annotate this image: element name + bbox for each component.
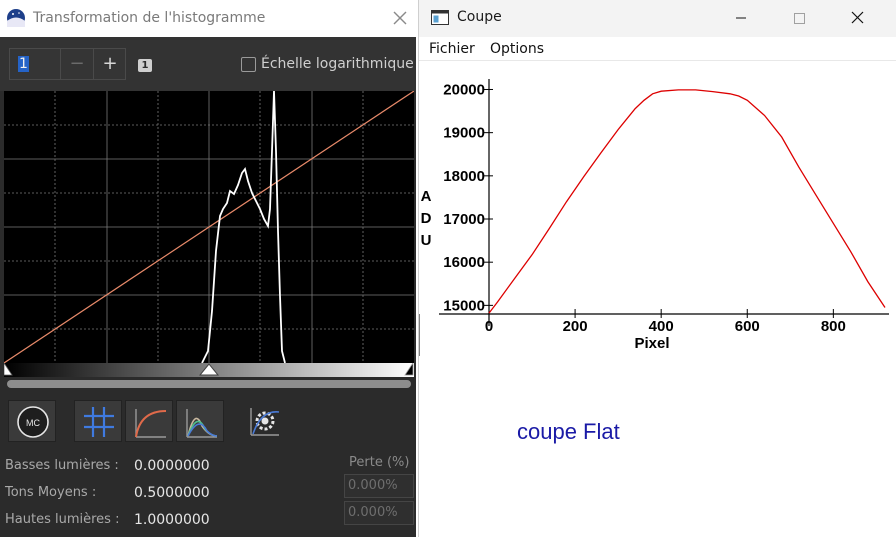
x-tick-label: 0: [485, 318, 493, 335]
window-title: Coupe: [457, 9, 502, 25]
gear-icon: [250, 408, 280, 436]
x-tick-label: 600: [735, 318, 760, 335]
window-icon: [431, 10, 449, 25]
grid-icon: [84, 407, 114, 437]
y-axis-label-letter: U: [421, 232, 432, 249]
zoom-decrement-button[interactable]: −: [60, 49, 93, 79]
histogram-graph[interactable]: [4, 91, 414, 363]
zoom-spinbox[interactable]: 1 − +: [9, 48, 126, 80]
x-tick-label: 400: [649, 318, 674, 335]
y-tick-label: 18000: [443, 168, 485, 185]
y-tick-label: 15000: [443, 297, 485, 314]
log-scale-checkbox[interactable]: [241, 57, 256, 72]
profile-window: Coupe Fichier Options 15000 16000 17000 180…: [418, 0, 896, 537]
channel-badge[interactable]: 1: [138, 59, 152, 72]
log-scale-label[interactable]: Échelle logarithmique: [261, 56, 414, 72]
caption-text: coupe Flat: [517, 419, 620, 444]
midtones-slider-handle[interactable]: [198, 363, 220, 376]
maximize-icon[interactable]: [787, 8, 811, 28]
x-tick-label: 200: [563, 318, 588, 335]
midtones-value[interactable]: 0.5000000: [134, 485, 210, 501]
x-tick-label: 800: [821, 318, 846, 335]
profile-series-line: [488, 89, 886, 314]
gradient-bar: [4, 363, 414, 377]
mc-icon: MC: [17, 406, 49, 438]
menu-fichier[interactable]: Fichier: [429, 41, 475, 57]
chart-ticks: 15000 16000 17000 18000 19000 20000 0 200 400 600…: [443, 81, 846, 335]
shadows-label: Basses lumières :: [5, 458, 119, 473]
distribution-icon: [186, 409, 218, 438]
close-window-icon[interactable]: [845, 8, 869, 28]
highlights-loss-field: 0.000%: [344, 501, 414, 525]
grid-toggle-button[interactable]: [74, 400, 122, 442]
highlights-value[interactable]: 1.0000000: [134, 512, 210, 528]
curve-toggle-button[interactable]: [125, 400, 173, 442]
left-title-bar: Transformation de l'histogramme: [0, 0, 416, 37]
y-tick-label: 16000: [443, 254, 485, 271]
minimize-icon[interactable]: [729, 8, 753, 28]
histogram-transformation-panel: Transformation de l'histogramme 1 − + 1 …: [0, 0, 416, 537]
loss-title: Perte (%): [349, 455, 410, 470]
y-axis-label: ADU: [421, 188, 432, 249]
close-icon[interactable]: [392, 10, 408, 26]
y-tick-label: 20000: [443, 81, 485, 98]
app-logo-icon: [7, 9, 25, 27]
zoom-input[interactable]: 1: [14, 53, 54, 75]
shadows-slider-handle[interactable]: [4, 363, 13, 376]
panel-title: Transformation de l'histogramme: [33, 10, 266, 26]
menu-options[interactable]: Options: [490, 41, 544, 57]
y-axis-label-letter: D: [421, 210, 432, 227]
menu-bar: Fichier Options: [419, 37, 896, 61]
settings-button[interactable]: [243, 400, 291, 442]
shadows-loss-field: 0.000%: [344, 474, 414, 498]
y-tick-label: 19000: [443, 125, 485, 142]
curve-icon: [135, 409, 167, 438]
zoom-increment-button[interactable]: +: [93, 49, 126, 79]
x-axis-label: Pixel: [634, 335, 669, 352]
midtones-label: Tons Moyens :: [5, 485, 97, 500]
horizontal-scrollbar[interactable]: [7, 380, 411, 388]
y-tick-label: 17000: [443, 211, 485, 228]
mc-button[interactable]: MC: [8, 400, 56, 442]
y-axis-label-letter: A: [421, 188, 432, 205]
highlights-slider-handle[interactable]: [404, 363, 414, 376]
highlights-label: Hautes lumières :: [5, 512, 120, 527]
shadows-value[interactable]: 0.0000000: [134, 458, 210, 474]
window-title-bar: Coupe: [419, 0, 896, 37]
mc-label: MC: [26, 418, 40, 428]
histogram-toggle-button[interactable]: [176, 400, 224, 442]
profile-chart: 15000 16000 17000 18000 19000 20000 0 200 400 600…: [419, 79, 889, 356]
